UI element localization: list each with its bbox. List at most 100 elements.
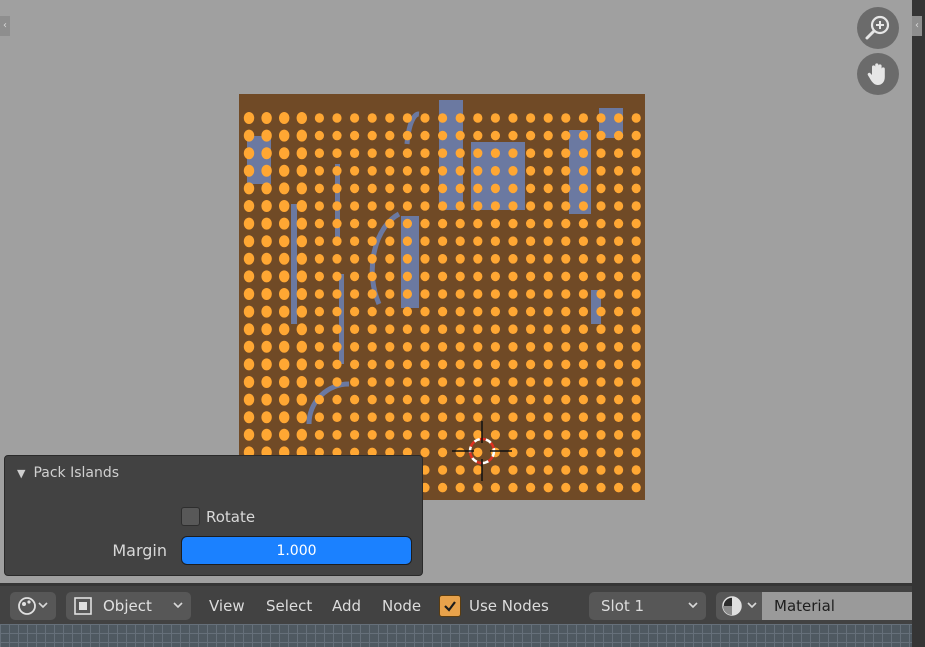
uv-vertex-dot: [385, 254, 395, 264]
uv-vertex-dot: [578, 218, 588, 229]
uv-vertex-dot: [402, 218, 412, 229]
uv-vertex-dot: [314, 148, 324, 158]
uv-vertex-dot: [508, 359, 518, 370]
uv-vertex-dot: [243, 200, 255, 212]
right-region-toggle-icon[interactable]: ‹: [912, 16, 922, 36]
use-nodes-checkbox[interactable]: [439, 595, 461, 617]
uv-vertex-dot: [402, 130, 412, 141]
uv-vertex-dot: [614, 271, 624, 282]
uv-vertex-dot: [561, 201, 571, 211]
node-editor-grid[interactable]: [0, 624, 912, 647]
pan-view-button[interactable]: [857, 53, 899, 95]
uv-vertex-dot: [261, 217, 272, 230]
uv-vertex-dot: [561, 148, 571, 158]
uv-vertex-dot: [578, 430, 588, 440]
uv-vertex-dot: [578, 306, 588, 317]
uv-vertex-dot: [614, 447, 624, 458]
uv-vertex-dot: [508, 394, 518, 405]
uv-vertex-dot: [261, 252, 272, 265]
uv-vertex-dot: [490, 130, 500, 141]
editor-type-dropdown[interactable]: [10, 592, 56, 620]
uv-vertex-dot: [455, 271, 465, 282]
uv-vertex-dot: [420, 324, 430, 334]
uv-vertex-dot: [631, 359, 641, 370]
panel-header[interactable]: ▼ Pack Islands: [17, 465, 119, 481]
uv-vertex-dot: [243, 129, 255, 142]
uv-vertex-dot: [455, 113, 465, 123]
uv-vertex-dot: [350, 377, 360, 387]
uv-vertex-dot: [526, 271, 536, 282]
uv-vertex-dot: [296, 270, 307, 283]
uv-vertex-dot: [261, 112, 272, 124]
uv-vertex-dot: [543, 430, 553, 440]
uv-vertex-dot: [314, 271, 324, 282]
uv-vertex-dot: [561, 166, 571, 176]
use-nodes-toggle[interactable]: Use Nodes: [439, 595, 549, 617]
uv-vertex-dot: [438, 218, 448, 229]
uv-vertex-dot: [526, 166, 536, 176]
uv-vertex-dot: [473, 306, 483, 317]
uv-vertex-dot: [385, 183, 395, 194]
uv-vertex-dot: [543, 482, 553, 493]
3d-cursor-icon[interactable]: [452, 421, 512, 481]
right-region-edge: ‹: [912, 0, 925, 583]
uv-vertex-dot: [402, 289, 412, 299]
margin-field[interactable]: 1.000: [181, 536, 412, 565]
left-region-toggle-icon[interactable]: ‹: [0, 16, 10, 36]
slot-dropdown[interactable]: Slot 1: [589, 592, 706, 620]
uv-vertex-dot: [631, 465, 641, 475]
uv-vertex-dot: [596, 130, 606, 141]
menu-view[interactable]: View: [209, 597, 245, 615]
menu-add[interactable]: Add: [332, 597, 361, 615]
collapse-triangle-icon[interactable]: ▼: [17, 467, 25, 480]
uv-vertex-dot: [614, 201, 624, 211]
rotate-checkbox[interactable]: [181, 507, 200, 526]
uv-vertex-dot: [279, 112, 290, 124]
uv-vertex-dot: [543, 342, 553, 352]
uv-vertex-dot: [438, 342, 448, 352]
uv-vertex-dot: [578, 394, 588, 405]
uv-vertex-dot: [420, 306, 430, 317]
uv-vertex-dot: [614, 306, 624, 317]
uv-vertex-dot: [543, 148, 553, 158]
uv-vertex-dot: [385, 218, 395, 229]
uv-vertex-dot: [578, 113, 588, 123]
menu-select[interactable]: Select: [266, 597, 312, 615]
uv-vertex-dot: [296, 411, 307, 424]
uv-vertex-dot: [561, 324, 571, 334]
uv-vertex-dot: [543, 201, 553, 211]
uv-vertex-dot: [631, 447, 641, 458]
uv-vertex-dot: [350, 324, 360, 334]
uv-vertex-dot: [631, 254, 641, 264]
uv-vertex-dot: [596, 377, 606, 387]
uv-vertex-dot: [350, 130, 360, 141]
uv-vertex-dot: [473, 271, 483, 282]
uv-vertex-dot: [243, 428, 255, 441]
uv-vertex-dot: [332, 412, 342, 423]
uv-vertex-dot: [438, 324, 448, 334]
uv-vertex-dot: [367, 201, 377, 211]
uv-vertex-dot: [526, 183, 536, 194]
uv-vertex-dot: [279, 428, 290, 441]
uv-vertex-dot: [631, 201, 641, 211]
uv-vertex-dot: [473, 218, 483, 229]
uv-vertex-dot: [296, 252, 307, 265]
uv-vertex-dot: [261, 129, 272, 142]
uv-vertex-dot: [279, 323, 290, 336]
menu-node[interactable]: Node: [382, 597, 421, 615]
uv-vertex-dot: [402, 201, 412, 211]
uv-vertex-dot: [314, 236, 324, 246]
zoom-in-button[interactable]: [857, 7, 899, 49]
material-browse-dropdown[interactable]: [716, 592, 762, 620]
uv-vertex-dot: [490, 482, 500, 493]
object-dropdown[interactable]: Object: [66, 592, 191, 620]
uv-vertex-dot: [614, 218, 624, 229]
uv-vertex-dot: [490, 394, 500, 405]
uv-vertex-dot: [596, 254, 606, 264]
uv-vertex-dot: [508, 183, 518, 194]
uv-vertex-dot: [367, 412, 377, 423]
rotate-option[interactable]: Rotate: [181, 507, 255, 526]
material-name-field[interactable]: Material: [762, 592, 912, 620]
uv-vertex-dot: [438, 430, 448, 440]
uv-vertex-dot: [296, 288, 307, 300]
